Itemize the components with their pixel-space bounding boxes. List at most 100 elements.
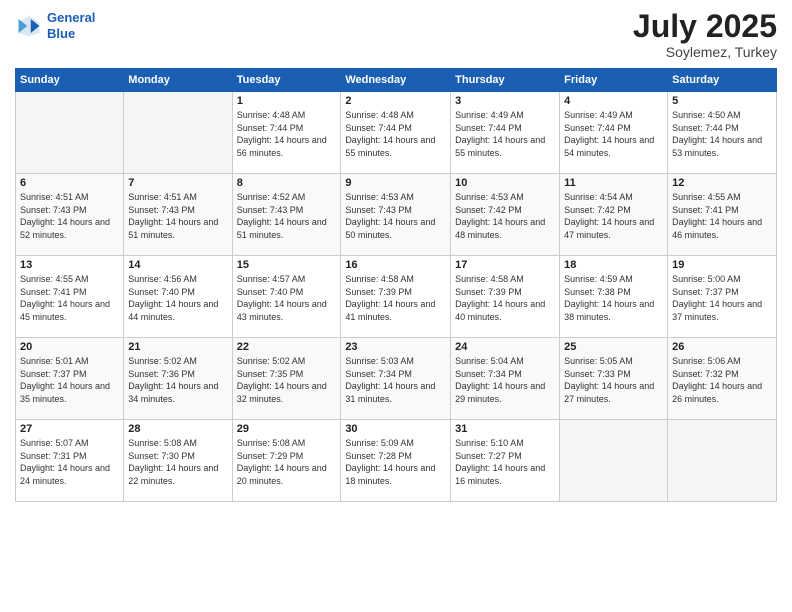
day-cell: 26 Sunrise: 5:06 AM Sunset: 7:32 PM Dayli…: [668, 338, 777, 420]
day-number: 5: [672, 95, 772, 107]
day-number: 23: [345, 341, 446, 353]
day-number: 16: [345, 259, 446, 271]
week-row-1: 6Sunrise: 4:51 AM Sunset: 7:43 PM Daylig…: [16, 174, 777, 256]
day-detail: Sunrise: 4:53 AM Sunset: 7:43 PM Dayligh…: [345, 191, 446, 241]
day-number: 31: [455, 423, 555, 435]
day-number: 9: [345, 177, 446, 189]
day-number: 30: [345, 423, 446, 435]
day-cell: 10 Sunrise: 4:53 AM Sunset: 7:42 PM Dayli…: [451, 174, 560, 256]
day-cell: 27Sunrise: 5:07 AM Sunset: 7:31 PM Dayli…: [16, 420, 124, 502]
day-number: 29: [237, 423, 337, 435]
day-detail: Sunrise: 4:58 AM Sunset: 7:39 PM Dayligh…: [345, 273, 446, 323]
day-header-saturday: Saturday: [668, 69, 777, 92]
day-cell: 2 Sunrise: 4:48 AM Sunset: 7:44 PM Daylig…: [341, 92, 451, 174]
week-row-0: 1 Sunrise: 4:48 AM Sunset: 7:44 PM Daylig…: [16, 92, 777, 174]
day-detail: Sunrise: 5:05 AM Sunset: 7:33 PM Dayligh…: [564, 355, 663, 405]
day-detail: Sunrise: 4:55 AM Sunset: 7:41 PM Dayligh…: [20, 273, 119, 323]
day-cell: 31 Sunrise: 5:10 AM Sunset: 7:27 PM Dayli…: [451, 420, 560, 502]
logo-line1: General: [47, 10, 95, 26]
day-detail: Sunrise: 4:52 AM Sunset: 7:43 PM Dayligh…: [237, 191, 337, 241]
day-detail: Sunrise: 4:59 AM Sunset: 7:38 PM Dayligh…: [564, 273, 663, 323]
day-detail: Sunrise: 4:53 AM Sunset: 7:42 PM Dayligh…: [455, 191, 555, 241]
day-cell: 20Sunrise: 5:01 AM Sunset: 7:37 PM Dayli…: [16, 338, 124, 420]
logo-icon: [15, 12, 43, 40]
calendar-body: 1 Sunrise: 4:48 AM Sunset: 7:44 PM Daylig…: [16, 92, 777, 502]
day-header-monday: Monday: [124, 69, 232, 92]
week-row-2: 13 Sunrise: 4:55 AM Sunset: 7:41 PM Dayli…: [16, 256, 777, 338]
day-detail: Sunrise: 4:58 AM Sunset: 7:39 PM Dayligh…: [455, 273, 555, 323]
day-number: 15: [237, 259, 337, 271]
day-cell: 6Sunrise: 4:51 AM Sunset: 7:43 PM Daylig…: [16, 174, 124, 256]
day-cell: 23 Sunrise: 5:03 AM Sunset: 7:34 PM Dayli…: [341, 338, 451, 420]
day-cell: 28Sunrise: 5:08 AM Sunset: 7:30 PM Dayli…: [124, 420, 232, 502]
day-detail: Sunrise: 5:00 AM Sunset: 7:37 PM Dayligh…: [672, 273, 772, 323]
day-cell: 16 Sunrise: 4:58 AM Sunset: 7:39 PM Dayli…: [341, 256, 451, 338]
day-cell: 21 Sunrise: 5:02 AM Sunset: 7:36 PM Dayli…: [124, 338, 232, 420]
day-number: 11: [564, 177, 663, 189]
day-detail: Sunrise: 4:55 AM Sunset: 7:41 PM Dayligh…: [672, 191, 772, 241]
calendar-header: SundayMondayTuesdayWednesdayThursdayFrid…: [16, 69, 777, 92]
logo: General Blue: [15, 10, 95, 41]
title-block: July 2025 Soylemez, Turkey: [633, 10, 777, 60]
day-detail: Sunrise: 4:57 AM Sunset: 7:40 PM Dayligh…: [237, 273, 337, 323]
day-number: 25: [564, 341, 663, 353]
day-cell: 19 Sunrise: 5:00 AM Sunset: 7:37 PM Dayli…: [668, 256, 777, 338]
day-number: 10: [455, 177, 555, 189]
day-cell: 29 Sunrise: 5:08 AM Sunset: 7:29 PM Dayli…: [232, 420, 341, 502]
day-number: 1: [237, 95, 337, 107]
day-number: 7: [128, 177, 227, 189]
day-cell: [16, 92, 124, 174]
day-cell: 1 Sunrise: 4:48 AM Sunset: 7:44 PM Daylig…: [232, 92, 341, 174]
day-detail: Sunrise: 5:06 AM Sunset: 7:32 PM Dayligh…: [672, 355, 772, 405]
day-number: 22: [237, 341, 337, 353]
day-cell: 11Sunrise: 4:54 AM Sunset: 7:42 PM Dayli…: [560, 174, 668, 256]
day-cell: [668, 420, 777, 502]
day-number: 8: [237, 177, 337, 189]
day-cell: 15 Sunrise: 4:57 AM Sunset: 7:40 PM Dayli…: [232, 256, 341, 338]
day-cell: 18 Sunrise: 4:59 AM Sunset: 7:38 PM Dayli…: [560, 256, 668, 338]
day-header-tuesday: Tuesday: [232, 69, 341, 92]
day-number: 19: [672, 259, 772, 271]
day-header-wednesday: Wednesday: [341, 69, 451, 92]
day-cell: 24Sunrise: 5:04 AM Sunset: 7:34 PM Dayli…: [451, 338, 560, 420]
week-row-4: 27Sunrise: 5:07 AM Sunset: 7:31 PM Dayli…: [16, 420, 777, 502]
day-detail: Sunrise: 5:08 AM Sunset: 7:29 PM Dayligh…: [237, 437, 337, 487]
day-number: 3: [455, 95, 555, 107]
day-detail: Sunrise: 5:02 AM Sunset: 7:35 PM Dayligh…: [237, 355, 337, 405]
day-detail: Sunrise: 4:49 AM Sunset: 7:44 PM Dayligh…: [564, 109, 663, 159]
day-number: 12: [672, 177, 772, 189]
day-detail: Sunrise: 4:50 AM Sunset: 7:44 PM Dayligh…: [672, 109, 772, 159]
day-cell: 25 Sunrise: 5:05 AM Sunset: 7:33 PM Dayli…: [560, 338, 668, 420]
day-detail: Sunrise: 5:10 AM Sunset: 7:27 PM Dayligh…: [455, 437, 555, 487]
day-cell: 13 Sunrise: 4:55 AM Sunset: 7:41 PM Dayli…: [16, 256, 124, 338]
day-cell: 8 Sunrise: 4:52 AM Sunset: 7:43 PM Daylig…: [232, 174, 341, 256]
day-detail: Sunrise: 4:48 AM Sunset: 7:44 PM Dayligh…: [237, 109, 337, 159]
day-number: 6: [20, 177, 119, 189]
week-row-3: 20Sunrise: 5:01 AM Sunset: 7:37 PM Dayli…: [16, 338, 777, 420]
logo-text: General Blue: [47, 10, 95, 41]
day-number: 2: [345, 95, 446, 107]
day-cell: 12 Sunrise: 4:55 AM Sunset: 7:41 PM Dayli…: [668, 174, 777, 256]
day-number: 13: [20, 259, 119, 271]
day-detail: Sunrise: 4:48 AM Sunset: 7:44 PM Dayligh…: [345, 109, 446, 159]
day-number: 21: [128, 341, 227, 353]
calendar-table: SundayMondayTuesdayWednesdayThursdayFrid…: [15, 68, 777, 502]
logo-line2: Blue: [47, 26, 95, 42]
calendar-container: General Blue July 2025 Soylemez, Turkey …: [0, 0, 792, 612]
day-detail: Sunrise: 5:04 AM Sunset: 7:34 PM Dayligh…: [455, 355, 555, 405]
day-number: 18: [564, 259, 663, 271]
day-number: 26: [672, 341, 772, 353]
day-cell: 9 Sunrise: 4:53 AM Sunset: 7:43 PM Daylig…: [341, 174, 451, 256]
day-cell: [124, 92, 232, 174]
day-detail: Sunrise: 4:49 AM Sunset: 7:44 PM Dayligh…: [455, 109, 555, 159]
day-detail: Sunrise: 5:03 AM Sunset: 7:34 PM Dayligh…: [345, 355, 446, 405]
day-number: 28: [128, 423, 227, 435]
header: General Blue July 2025 Soylemez, Turkey: [15, 10, 777, 60]
day-header-thursday: Thursday: [451, 69, 560, 92]
day-number: 17: [455, 259, 555, 271]
day-number: 20: [20, 341, 119, 353]
day-detail: Sunrise: 5:02 AM Sunset: 7:36 PM Dayligh…: [128, 355, 227, 405]
day-detail: Sunrise: 4:56 AM Sunset: 7:40 PM Dayligh…: [128, 273, 227, 323]
location: Soylemez, Turkey: [633, 44, 777, 60]
day-cell: 3 Sunrise: 4:49 AM Sunset: 7:44 PM Daylig…: [451, 92, 560, 174]
